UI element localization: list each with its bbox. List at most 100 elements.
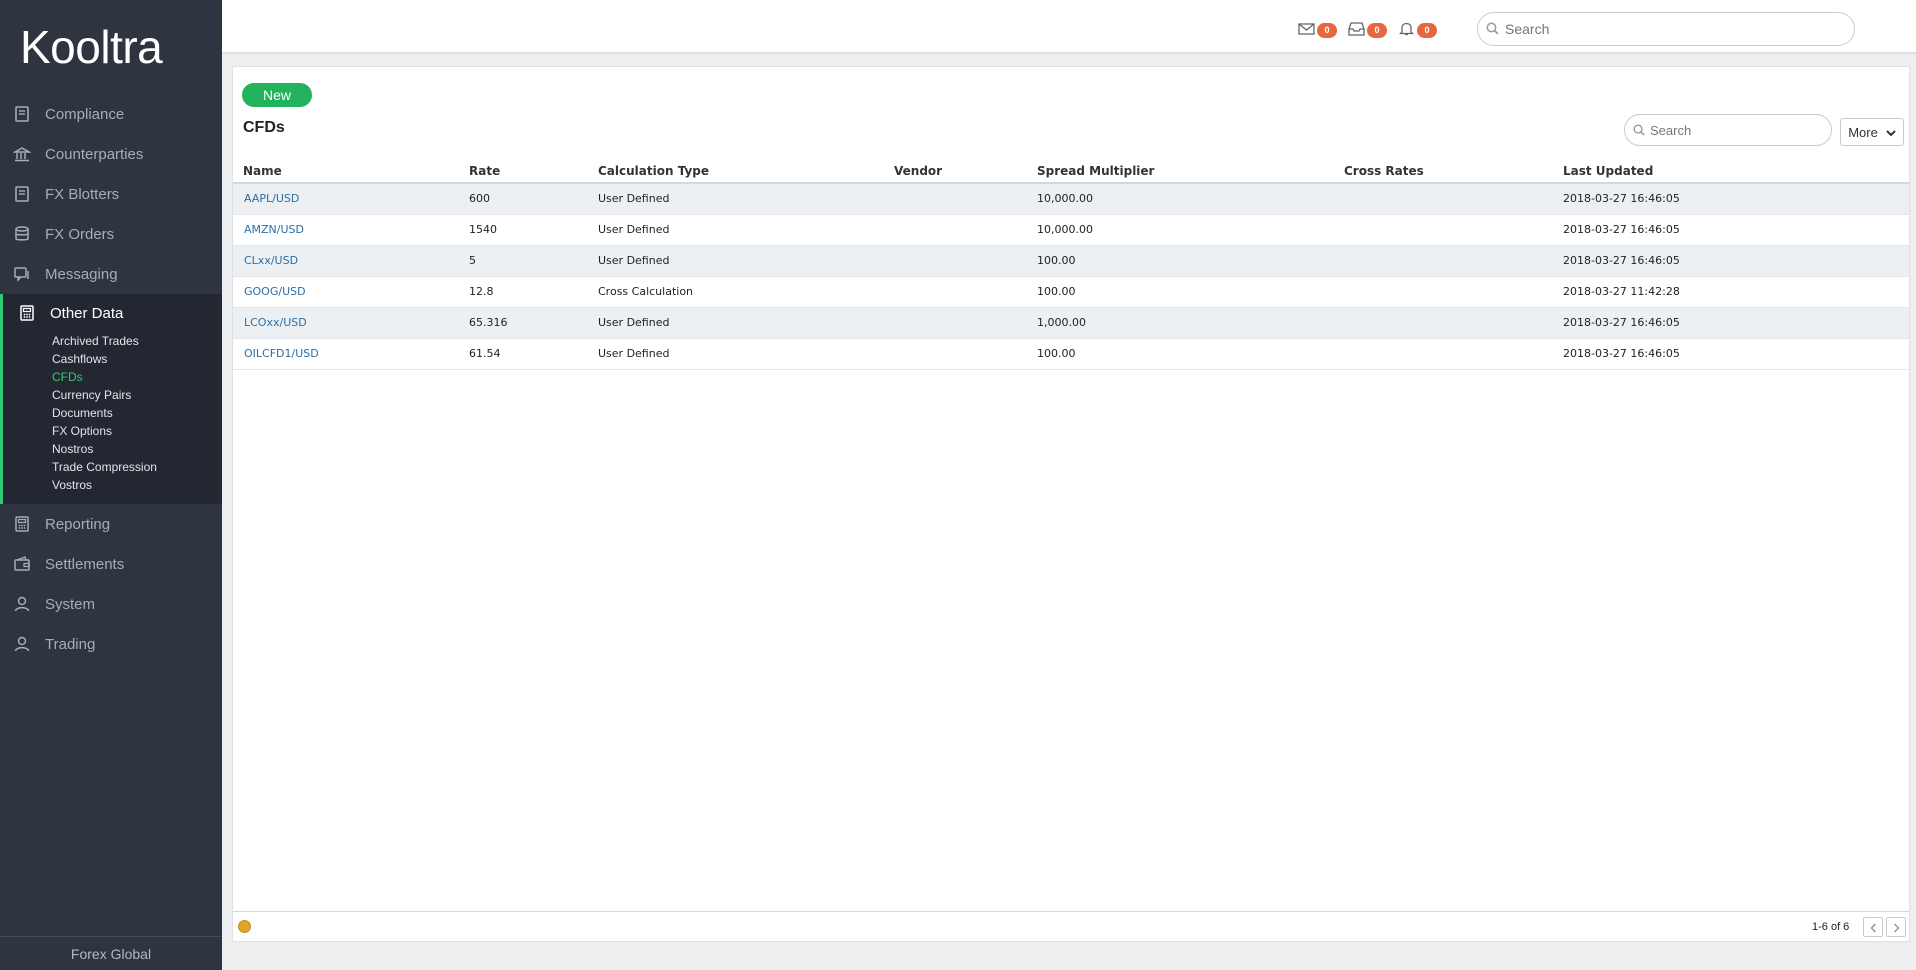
calculation-type-cell: User Defined: [598, 338, 894, 370]
spread-multiplier-cell: 100.00: [1037, 276, 1344, 308]
calculation-type-cell: User Defined: [598, 183, 894, 215]
spread-multiplier-cell: 1,000.00: [1037, 307, 1344, 339]
sidebar-item-label: Trading: [45, 635, 96, 653]
book-icon: [12, 104, 32, 124]
sidebar-item-other-data[interactable]: Other Data: [3, 294, 222, 332]
cross-rates-cell: [1344, 183, 1563, 215]
inbox-button[interactable]: 0: [1348, 21, 1387, 40]
sidebar-subnav: Archived Trades Cashflows CFDs Currency …: [3, 332, 222, 494]
rate-cell: 12.8: [469, 276, 598, 308]
column-header-rate[interactable]: Rate: [469, 159, 598, 184]
sidebar-item-messaging[interactable]: Messaging: [0, 254, 222, 294]
chevron-down-icon: [1886, 125, 1896, 140]
spread-multiplier-cell: 10,000.00: [1037, 214, 1344, 246]
sidebar-group-other-data: Other Data Archived Trades Cashflows CFD…: [0, 294, 222, 504]
wallet-icon: [12, 554, 32, 574]
cfd-name-link[interactable]: LCOxx/USD: [244, 316, 307, 329]
cross-rates-cell: [1344, 245, 1563, 277]
sidebar-item-counterparties[interactable]: Counterparties: [0, 134, 222, 174]
cfd-name-link[interactable]: AAPL/USD: [244, 192, 299, 205]
previous-page-button[interactable]: [1863, 917, 1883, 937]
mail-button[interactable]: 0: [1298, 21, 1337, 40]
subnav-item-cashflows[interactable]: Cashflows: [52, 350, 222, 368]
cross-rates-cell: [1344, 307, 1563, 339]
sidebar-item-fx-orders[interactable]: FX Orders: [0, 214, 222, 254]
subnav-item-vostros[interactable]: Vostros: [52, 476, 222, 494]
subnav-item-currency-pairs[interactable]: Currency Pairs: [52, 386, 222, 404]
bell-icon: [1398, 21, 1415, 40]
page-title: CFDs: [243, 119, 285, 136]
table-row: LCOxx/USD 65.316 User Defined 1,000.00 2…: [233, 307, 1909, 339]
subnav-item-archived-trades[interactable]: Archived Trades: [52, 332, 222, 350]
sidebar-item-compliance[interactable]: Compliance: [0, 94, 222, 134]
calculator-icon: [17, 303, 37, 323]
sidebar-item-label: Other Data: [50, 304, 124, 322]
chat-icon: [12, 264, 32, 284]
chevron-left-icon: [1869, 918, 1877, 937]
global-search-input[interactable]: [1505, 21, 1835, 37]
sidebar-item-settlements[interactable]: Settlements: [0, 544, 222, 584]
table-row: OILCFD1/USD 61.54 User Defined 100.00 20…: [233, 338, 1909, 370]
subnav-item-fx-options[interactable]: FX Options: [52, 422, 222, 440]
cfd-name-link[interactable]: CLxx/USD: [244, 254, 298, 267]
next-page-button[interactable]: [1886, 917, 1906, 937]
sidebar-item-reporting[interactable]: Reporting: [0, 504, 222, 544]
cfd-name-link[interactable]: AMZN/USD: [244, 223, 304, 236]
subnav-item-cfds[interactable]: CFDs: [52, 368, 222, 386]
app-logo: Kooltra: [20, 21, 163, 73]
spread-multiplier-cell: 100.00: [1037, 245, 1344, 277]
calculation-type-cell: User Defined: [598, 245, 894, 277]
mail-icon: [1298, 21, 1315, 40]
cfds-table: Name Rate Calculation Type Vendor Spread…: [233, 159, 1909, 370]
cross-rates-cell: [1344, 214, 1563, 246]
chevron-right-icon: [1893, 918, 1900, 937]
subnav-item-nostros[interactable]: Nostros: [52, 440, 222, 458]
new-button[interactable]: New: [242, 83, 312, 107]
sidebar-item-system[interactable]: System: [0, 584, 222, 624]
sidebar-item-fx-blotters[interactable]: FX Blotters: [0, 174, 222, 214]
sidebar-nav: Compliance Counterparties FX Blotters FX…: [0, 94, 222, 664]
table-header-row: Name Rate Calculation Type Vendor Spread…: [233, 159, 1909, 184]
column-header-calculation-type[interactable]: Calculation Type: [598, 159, 894, 184]
cross-rates-cell: [1344, 338, 1563, 370]
sidebar-item-label: FX Orders: [45, 225, 115, 243]
user-icon: [12, 634, 32, 654]
calculation-type-cell: Cross Calculation: [598, 276, 894, 308]
subnav-item-documents[interactable]: Documents: [52, 404, 222, 422]
book-icon: [12, 184, 32, 204]
sidebar: Kooltra Compliance Counterparties FX Blo…: [0, 0, 222, 970]
status-indicator: [238, 920, 251, 933]
calculator-icon: [12, 514, 32, 534]
column-header-vendor[interactable]: Vendor: [894, 159, 1037, 184]
rate-cell: 61.54: [469, 338, 598, 370]
sidebar-item-label: Counterparties: [45, 145, 144, 163]
table-row: AAPL/USD 600 User Defined 10,000.00 2018…: [233, 183, 1909, 215]
last-updated-cell: 2018-03-27 16:46:05: [1563, 245, 1909, 277]
column-header-name[interactable]: Name: [233, 159, 469, 184]
subnav-item-trade-compression[interactable]: Trade Compression: [52, 458, 222, 476]
table-row: GOOG/USD 12.8 Cross Calculation 100.00 2…: [233, 276, 1909, 308]
cfd-name-link[interactable]: OILCFD1/USD: [244, 347, 319, 360]
vendor-cell: [894, 245, 1037, 277]
column-header-spread-multiplier[interactable]: Spread Multiplier: [1037, 159, 1344, 184]
more-dropdown[interactable]: More: [1840, 118, 1904, 146]
sidebar-item-label: Compliance: [45, 105, 125, 123]
top-bar: 0 0 0: [222, 0, 1916, 52]
notifications-count-badge: 0: [1417, 23, 1437, 38]
list-search-input[interactable]: [1650, 122, 1820, 138]
sidebar-item-label: Settlements: [45, 555, 125, 573]
vendor-cell: [894, 214, 1037, 246]
cfd-name-link[interactable]: GOOG/USD: [244, 285, 306, 298]
sidebar-item-label: Reporting: [45, 515, 111, 533]
global-search: [1477, 12, 1855, 46]
cross-rates-cell: [1344, 276, 1563, 308]
column-header-last-updated[interactable]: Last Updated: [1563, 159, 1909, 184]
notifications-button[interactable]: 0: [1398, 21, 1437, 40]
sidebar-item-trading[interactable]: Trading: [0, 624, 222, 664]
table-footer: 1-6 of 6: [233, 911, 1909, 941]
vendor-cell: [894, 276, 1037, 308]
bank-icon: [12, 144, 32, 164]
vendor-cell: [894, 307, 1037, 339]
column-header-cross-rates[interactable]: Cross Rates: [1344, 159, 1563, 184]
sidebar-item-label: System: [45, 595, 96, 613]
